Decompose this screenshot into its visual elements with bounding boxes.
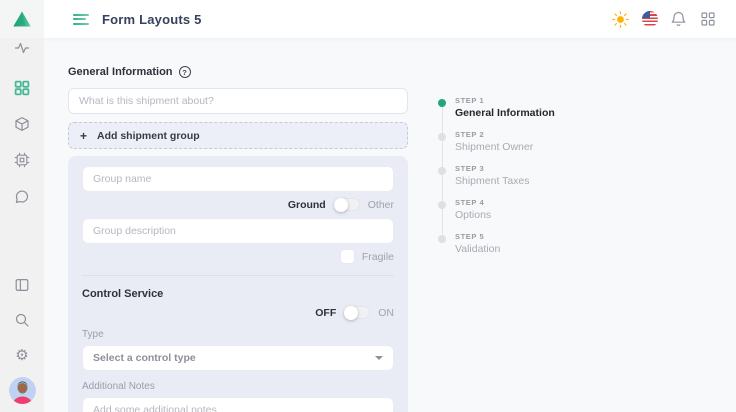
stepper-step-2[interactable]: STEP 2 Shipment Owner — [438, 130, 658, 153]
section-divider — [82, 275, 394, 276]
step-title: Shipment Owner — [455, 141, 658, 153]
theme-toggle-button[interactable] — [612, 11, 629, 28]
triangle-logo-icon — [12, 10, 32, 28]
type-label: Type — [82, 329, 394, 340]
toggle-left-label: Ground — [288, 199, 326, 211]
control-service-title: Control Service — [82, 288, 394, 300]
chat-bubble-icon — [14, 189, 30, 205]
step-label: STEP 1 — [455, 96, 658, 105]
fragile-checkbox[interactable] — [341, 250, 354, 263]
step-dot — [438, 99, 446, 107]
cpu-chip-icon — [14, 152, 30, 168]
plus-icon: + — [80, 130, 87, 142]
step-label: STEP 2 — [455, 130, 658, 139]
add-shipment-group-button[interactable]: + Add shipment group — [68, 122, 408, 149]
sidebar-item-search[interactable] — [0, 310, 44, 330]
shipment-about-input[interactable] — [68, 88, 408, 114]
stepper-step-4[interactable]: STEP 4 Options — [438, 198, 658, 221]
step-dot — [438, 201, 446, 209]
add-group-label: Add shipment group — [97, 130, 200, 142]
search-icon — [14, 312, 30, 328]
sidebar-item-layout[interactable] — [0, 275, 44, 295]
control-type-select[interactable]: Select a control type — [82, 345, 394, 371]
sidebar-user-avatar[interactable] — [0, 377, 44, 404]
toggle-right-label: Other — [368, 199, 394, 211]
menu-toggle-icon[interactable] — [73, 14, 89, 25]
form-column: General Information ? + Add shipment gro… — [68, 66, 408, 412]
settings-gear-icon: ⚙ — [15, 348, 28, 363]
wizard-stepper: STEP 1 General Information STEP 2 Shipme… — [438, 96, 658, 266]
apps-menu-button[interactable] — [699, 11, 716, 28]
sidebar-item-dashboard[interactable] — [0, 78, 44, 98]
sidebar-item-packages[interactable] — [0, 114, 44, 134]
layout-panel-icon — [14, 277, 30, 293]
notifications-button[interactable] — [670, 11, 687, 28]
toggle-on-label: ON — [378, 307, 394, 319]
stepper-step-3[interactable]: STEP 3 Shipment Taxes — [438, 164, 658, 187]
activity-icon — [14, 40, 30, 56]
apps-grid-icon — [701, 12, 715, 26]
step-label: STEP 4 — [455, 198, 658, 207]
sidebar: ⚙ — [0, 0, 44, 412]
stepper-step-5[interactable]: STEP 5 Validation — [438, 232, 658, 255]
shipment-group-card: Ground Other Fragile Control Service OFF… — [68, 156, 408, 412]
section-title: General Information — [68, 66, 173, 78]
sidebar-item-activity[interactable] — [0, 38, 44, 58]
avatar-image — [9, 377, 36, 404]
toggle-off-label: OFF — [315, 307, 336, 319]
chevron-down-icon — [375, 356, 383, 360]
step-dot — [438, 235, 446, 243]
ground-other-toggle[interactable] — [334, 198, 360, 211]
control-service-toggle[interactable] — [344, 306, 370, 319]
fragile-label: Fragile — [362, 251, 394, 263]
additional-notes-input[interactable] — [82, 397, 394, 412]
group-description-input[interactable] — [82, 218, 394, 244]
top-header: Form Layouts 5 — [44, 0, 736, 38]
package-box-icon — [14, 116, 30, 132]
sidebar-item-messages[interactable] — [0, 187, 44, 207]
step-label: STEP 3 — [455, 164, 658, 173]
step-title: Validation — [455, 243, 658, 255]
group-name-input[interactable] — [82, 166, 394, 192]
sun-icon — [612, 11, 629, 28]
step-title: Options — [455, 209, 658, 221]
bell-icon — [671, 11, 686, 27]
step-title: General Information — [455, 107, 658, 119]
main-content: General Information ? + Add shipment gro… — [44, 38, 736, 412]
step-dot — [438, 133, 446, 141]
notes-label: Additional Notes — [82, 381, 394, 392]
step-title: Shipment Taxes — [455, 175, 658, 187]
control-type-value: Select a control type — [93, 352, 375, 364]
help-icon[interactable]: ? — [179, 66, 191, 78]
us-flag-icon — [642, 11, 658, 27]
step-dot — [438, 167, 446, 175]
stepper-step-1[interactable]: STEP 1 General Information — [438, 96, 658, 119]
app-logo[interactable] — [0, 0, 44, 38]
dashboard-grid-icon — [14, 80, 30, 96]
page-title: Form Layouts 5 — [102, 12, 202, 27]
step-label: STEP 5 — [455, 232, 658, 241]
language-selector-button[interactable] — [641, 11, 658, 28]
sidebar-item-settings[interactable]: ⚙ — [0, 345, 44, 365]
sidebar-item-components[interactable] — [0, 150, 44, 170]
